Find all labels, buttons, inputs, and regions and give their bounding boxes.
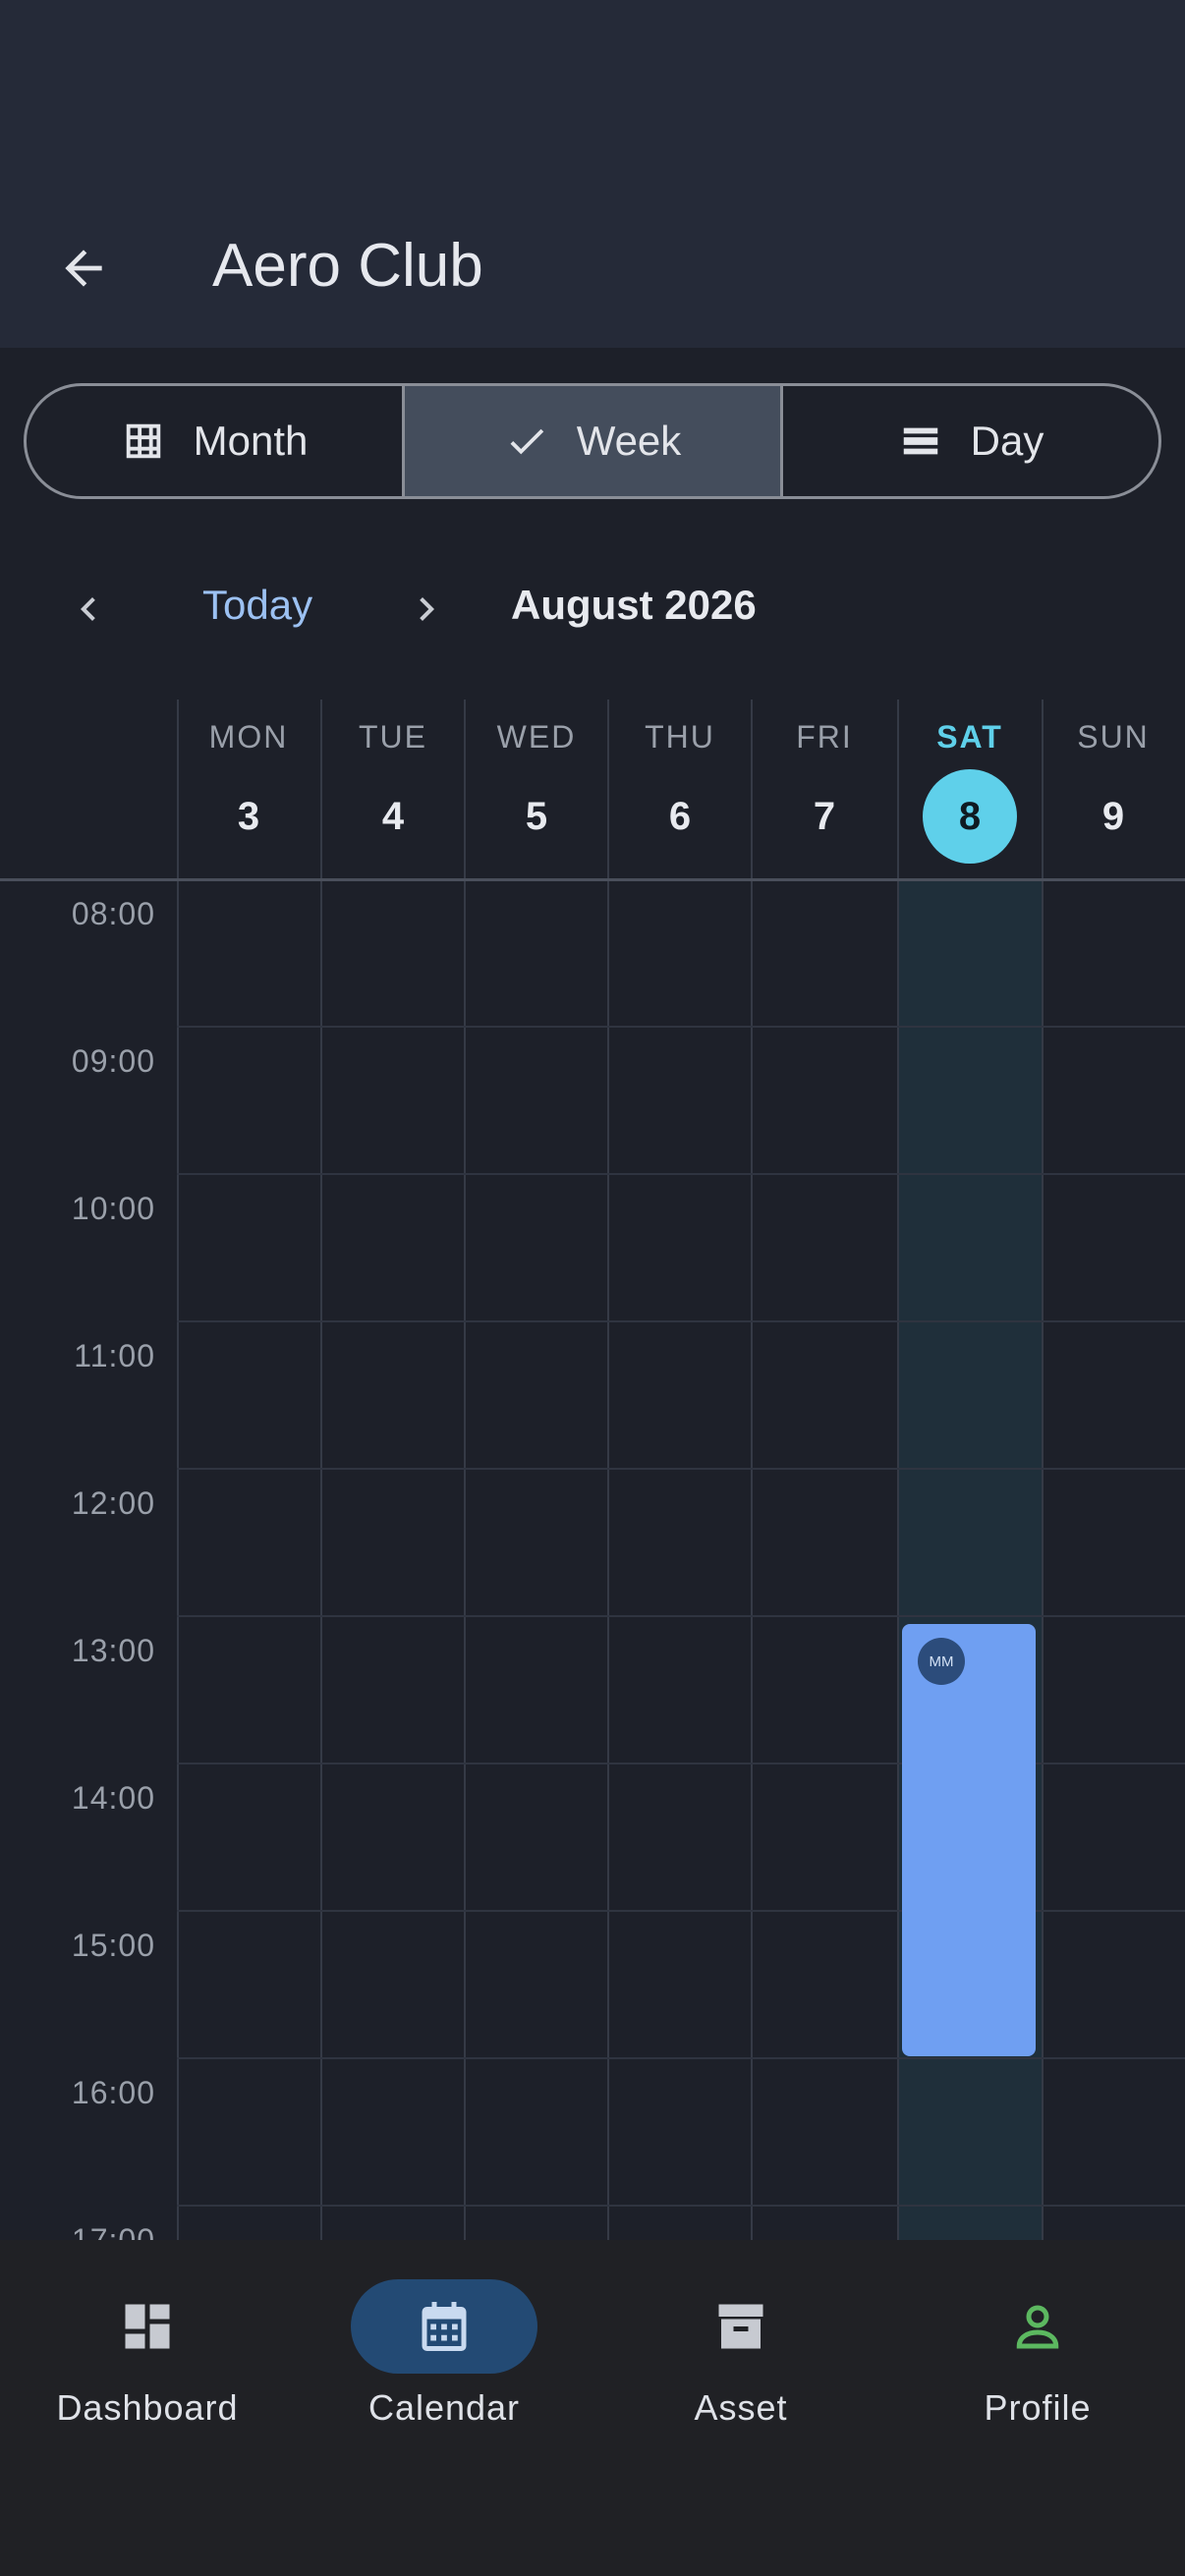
back-button[interactable]	[49, 234, 118, 303]
day-header-sat[interactable]: SAT 8	[898, 700, 1042, 878]
day-number: 9	[1101, 794, 1125, 838]
hour-gridline	[177, 1173, 1185, 1175]
column-divider	[464, 700, 466, 2240]
column-divider	[1042, 700, 1044, 2240]
week-view-label: Week	[576, 418, 682, 464]
day-number: 4	[381, 794, 405, 838]
day-header-wed[interactable]: WED 5	[465, 700, 608, 878]
app-bar: Aero Club	[0, 0, 1185, 348]
day-of-week: TUE	[359, 719, 427, 755]
today-day-number: 8	[923, 769, 1017, 864]
day-number: 3	[237, 794, 260, 838]
tab-icon-container	[648, 2279, 834, 2374]
column-divider	[607, 700, 609, 2240]
chevron-right-icon	[420, 597, 434, 621]
bottom-navigation: Dashboard Calendar Asset Profile	[0, 2240, 1185, 2576]
hour-gridline	[177, 2057, 1185, 2059]
day-header-fri[interactable]: FRI 7	[753, 700, 896, 878]
day-of-week: MON	[208, 719, 289, 755]
hour-label: 12:00	[71, 1485, 155, 1521]
day-number: 7	[813, 794, 836, 838]
tab-icon-container	[944, 2279, 1131, 2374]
tab-label: Profile	[984, 2387, 1092, 2428]
calendar-icon	[422, 2302, 467, 2351]
hour-label: 15:00	[71, 1928, 155, 1963]
grid-icon	[126, 423, 160, 459]
tab-label: Asset	[694, 2387, 788, 2428]
day-view-button[interactable]: Day	[780, 386, 1158, 496]
day-of-week: THU	[645, 719, 715, 755]
column-divider	[897, 700, 899, 2240]
hour-gridline	[177, 1026, 1185, 1028]
event-avatar: MM	[918, 1638, 965, 1685]
day-view-label: Day	[970, 418, 1044, 464]
calendar-event[interactable]: MM	[902, 1624, 1036, 2056]
chevron-left-icon	[81, 597, 95, 621]
day-header-sun[interactable]: SUN 9	[1042, 700, 1185, 878]
hour-label: 14:00	[71, 1780, 155, 1816]
hour-label: 16:00	[71, 2075, 155, 2110]
hour-label: 17:00	[71, 2222, 155, 2240]
column-divider	[751, 700, 753, 2240]
day-of-week: WED	[496, 719, 577, 755]
month-view-label: Month	[193, 418, 309, 464]
tab-icon-container	[351, 2279, 537, 2374]
day-of-week: FRI	[796, 719, 853, 755]
day-number: 6	[668, 794, 692, 838]
hour-gridline	[177, 2205, 1185, 2207]
arrow-left-icon	[65, 250, 102, 287]
hour-label: 08:00	[71, 896, 155, 931]
column-divider	[320, 700, 322, 2240]
tab-dashboard[interactable]: Dashboard	[0, 2279, 295, 2429]
day-list-icon	[903, 427, 937, 455]
next-week-button[interactable]	[397, 580, 456, 639]
period-navigation: Today August 2026	[0, 560, 1185, 658]
day-header-thu[interactable]: THU 6	[608, 700, 752, 878]
page-title: Aero Club	[212, 232, 483, 300]
hour-label: 09:00	[71, 1043, 155, 1079]
tab-asset[interactable]: Asset	[593, 2279, 888, 2429]
hour-gridline	[177, 1320, 1185, 1322]
previous-week-button[interactable]	[59, 580, 118, 639]
hour-label: 10:00	[71, 1191, 155, 1226]
hour-label: 13:00	[71, 1633, 155, 1668]
today-button[interactable]: Today	[202, 582, 312, 629]
month-view-button[interactable]: Month	[27, 386, 402, 496]
hour-gridline	[177, 1615, 1185, 1617]
tab-label: Calendar	[367, 2387, 521, 2428]
day-of-week: SUN	[1077, 719, 1150, 755]
hour-label: 11:00	[74, 1338, 155, 1373]
tab-icon-container	[54, 2279, 241, 2374]
tab-profile[interactable]: Profile	[890, 2279, 1185, 2429]
week-view-button[interactable]: Week	[402, 386, 780, 496]
hour-gridline	[177, 1468, 1185, 1470]
dashboard-icon	[125, 2304, 170, 2349]
day-of-week: SAT	[936, 719, 1003, 755]
person-icon	[1016, 2305, 1059, 2349]
current-period: August 2026	[511, 582, 757, 628]
day-header-mon[interactable]: MON 3	[177, 700, 320, 878]
tab-label: Dashboard	[56, 2387, 239, 2428]
view-switcher: Month Week Day	[24, 383, 1161, 499]
check-icon	[510, 428, 543, 455]
archive-icon	[718, 2304, 763, 2349]
column-divider	[177, 700, 179, 2240]
day-header-tue[interactable]: TUE 4	[321, 700, 465, 878]
header-divider	[0, 878, 1185, 881]
tab-calendar[interactable]: Calendar	[297, 2279, 592, 2429]
day-number: 5	[525, 794, 548, 838]
week-grid: MON 3 TUE 4 WED 5 THU 6 FRI 7 SAT 8 SUN …	[0, 700, 1185, 2240]
